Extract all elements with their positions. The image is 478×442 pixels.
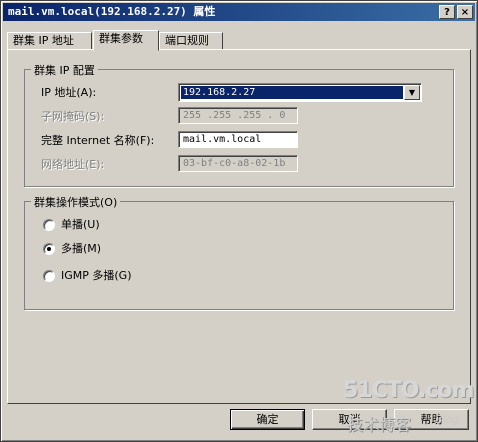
ip-address-label: IP 地址(A): (41, 86, 97, 99)
ok-button[interactable]: 确定 (230, 409, 305, 430)
radio-circle[interactable] (43, 243, 55, 255)
radio-label: 多播(M) (61, 242, 102, 255)
radio-dot (47, 247, 51, 251)
help-button[interactable]: 帮助 (394, 409, 469, 430)
cancel-button[interactable]: 取消 (312, 409, 387, 430)
tab-port-rules[interactable]: 端口规则 (159, 32, 223, 50)
window-title: mail.vm.local(192.168.2.27) 属性 (8, 5, 216, 18)
internet-name-label: 完整 Internet 名称(F): (41, 134, 155, 147)
tab-cluster-parameters[interactable]: 群集参数 (93, 30, 159, 51)
chevron-down-icon[interactable]: ▼ (404, 85, 420, 100)
internet-name-input[interactable]: mail.vm.local (178, 131, 298, 148)
radio-label: IGMP 多播(G) (61, 269, 132, 282)
ip-address-value: 192.168.2.27 (181, 86, 403, 99)
group-legend: 群集操作模式(O) (31, 194, 121, 210)
network-address-label: 网络地址(E): (41, 158, 105, 171)
help-title-button[interactable]: ? (439, 5, 455, 19)
ip-address-combo[interactable]: 192.168.2.27 ▼ (178, 83, 422, 102)
radio-circle[interactable] (43, 270, 55, 282)
radio-circle[interactable] (43, 219, 55, 231)
cluster-ip-config-group: 群集 IP 配置 IP 地址(A): 192.168.2.27 ▼ 子网掩码(S… (24, 62, 454, 187)
radio-label: 单播(U) (61, 218, 100, 231)
network-address-field[interactable]: 03-bf-c0-a8-02-1b (178, 155, 298, 172)
close-title-button[interactable]: × (457, 5, 473, 19)
tab-cluster-ip[interactable]: 群集 IP 地址 (7, 32, 92, 50)
properties-dialog: mail.vm.local(192.168.2.27) 属性 ? × 群集 IP… (0, 0, 478, 442)
group-legend: 群集 IP 配置 (31, 62, 98, 78)
tab-panel: 群集 IP 配置 IP 地址(A): 192.168.2.27 ▼ 子网掩码(S… (7, 49, 471, 404)
cluster-mode-group: 群集操作模式(O) 单播(U) 多播(M) IGMP 多播(G) (24, 194, 454, 310)
title-bar: mail.vm.local(192.168.2.27) 属性 ? × (3, 3, 475, 21)
subnet-mask-label: 子网掩码(S): (41, 110, 105, 123)
subnet-mask-field[interactable]: 255 .255 .255 . 0 (178, 107, 298, 124)
